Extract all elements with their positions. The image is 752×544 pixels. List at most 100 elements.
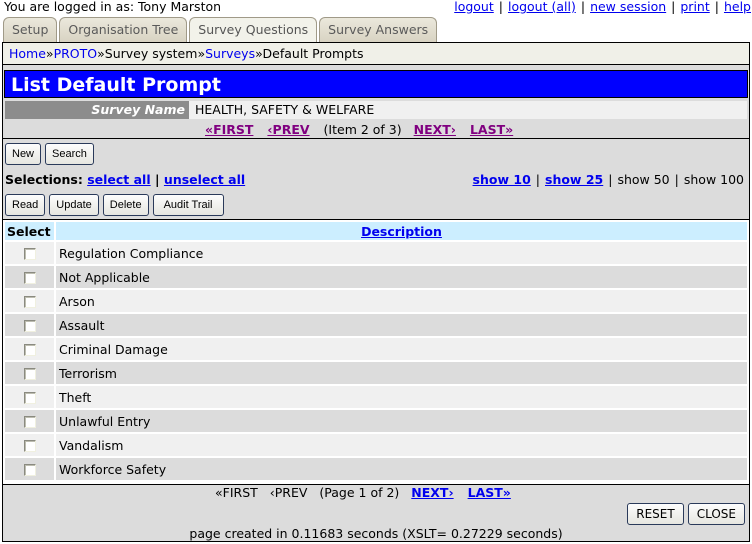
select-cell	[5, 410, 54, 432]
row-description: Criminal Damage	[56, 338, 747, 360]
delete-button[interactable]: Delete	[102, 194, 149, 216]
row-select-checkbox[interactable]	[23, 464, 36, 476]
breadcrumb: Home»PROTO»Survey system»Surveys»Default…	[3, 43, 749, 65]
tab-survey-questions[interactable]: Survey Questions	[189, 17, 318, 43]
new-session-link[interactable]: new session	[590, 0, 666, 14]
item-prev-link[interactable]: ‹PREV	[267, 122, 309, 137]
logout-all-link[interactable]: logout (all)	[508, 0, 576, 14]
read-button[interactable]: Read	[5, 194, 46, 216]
prompt-table: Select Description Regulation Compliance…	[3, 220, 749, 482]
row-select-checkbox[interactable]	[23, 296, 36, 308]
table-row: Workforce Safety	[5, 458, 747, 480]
select-cell	[5, 386, 54, 408]
separator: |	[671, 0, 676, 14]
form-actions: RESET CLOSE	[623, 503, 745, 525]
breadcrumb-separator: »	[255, 46, 263, 61]
breadcrumb-home[interactable]: Home	[9, 46, 46, 61]
tab-survey-answers[interactable]: Survey Answers	[319, 17, 438, 42]
page-title: List Default Prompt	[4, 70, 748, 98]
row-select-checkbox[interactable]	[23, 344, 36, 356]
select-cell	[5, 290, 54, 312]
update-button[interactable]: Update	[49, 194, 99, 216]
page-first-text: «FIRST	[215, 485, 258, 500]
row-description: Arson	[56, 290, 747, 312]
item-position: (Item 2 of 3)	[323, 122, 402, 137]
row-description: Regulation Compliance	[56, 242, 747, 264]
table-row: Terrorism	[5, 362, 747, 384]
audit-trail-button[interactable]: Audit Trail	[152, 194, 224, 216]
row-select-checkbox[interactable]	[23, 392, 36, 404]
item-last-link[interactable]: LAST»	[470, 122, 513, 137]
table-row: Arson	[5, 290, 747, 312]
page-next-link[interactable]: NEXT›	[411, 485, 453, 500]
separator: |	[674, 172, 679, 187]
row-description: Theft	[56, 386, 747, 408]
item-next-link[interactable]: NEXT›	[414, 122, 456, 137]
row-description: Unlawful Entry	[56, 410, 747, 432]
breadcrumb-surveys[interactable]: Surveys	[205, 46, 255, 61]
separator: |	[498, 0, 503, 14]
logged-in-text: You are logged in as: Tony Marston	[4, 0, 222, 14]
breadcrumb-survey-system: Survey system	[104, 46, 198, 61]
page-navigation: «FIRST ‹PREV (Page 1 of 2) NEXT› LAST»	[3, 484, 749, 502]
prompt-table-container: Select Description Regulation Compliance…	[3, 219, 749, 484]
separator: |	[714, 0, 719, 14]
survey-name-label: Survey Name	[5, 101, 189, 119]
row-select-checkbox[interactable]	[23, 248, 36, 260]
toolbar-actions: Read Update Delete Audit Trail	[5, 194, 228, 216]
unselect-all-link[interactable]: unselect all	[164, 172, 245, 187]
column-header-select: Select	[5, 222, 54, 240]
table-header-row: Select Description	[5, 222, 747, 240]
show-10-link[interactable]: show 10	[473, 172, 531, 187]
table-row: Unlawful Entry	[5, 410, 747, 432]
table-row: Theft	[5, 386, 747, 408]
reset-button[interactable]: RESET	[627, 503, 684, 525]
show-25-link[interactable]: show 25	[545, 172, 603, 187]
column-header-description: Description	[56, 222, 747, 240]
sort-description-link[interactable]: Description	[361, 224, 442, 239]
select-cell	[5, 314, 54, 336]
breadcrumb-proto[interactable]: PROTO	[54, 46, 98, 61]
select-cell	[5, 362, 54, 384]
select-cell	[5, 338, 54, 360]
row-select-checkbox[interactable]	[23, 440, 36, 452]
toolbar-top: New Search	[5, 143, 98, 165]
print-link[interactable]: print	[680, 0, 709, 14]
page-last-link[interactable]: LAST»	[468, 485, 511, 500]
select-cell	[5, 242, 54, 264]
session-links: logout | logout (all) | new session | print | he…	[454, 0, 751, 14]
show-50-text: show 50	[617, 172, 670, 187]
close-button[interactable]: CLOSE	[687, 503, 745, 525]
row-description: Workforce Safety	[56, 458, 747, 480]
item-first-link[interactable]: «FIRST	[205, 122, 253, 137]
breadcrumb-separator: »	[45, 46, 54, 61]
row-select-checkbox[interactable]	[23, 416, 36, 428]
survey-name-value: HEALTH, SAFETY & WELFARE	[195, 102, 375, 117]
selections-label: Selections:	[5, 172, 83, 187]
row-description: Assault	[56, 314, 747, 336]
new-button[interactable]: New	[5, 143, 42, 165]
search-button[interactable]: Search	[45, 143, 94, 165]
breadcrumb-current: Default Prompts	[262, 46, 364, 61]
tab-bar: Setup Organisation Tree Survey Questions…	[3, 17, 439, 43]
row-select-checkbox[interactable]	[23, 320, 36, 332]
row-description: Not Applicable	[56, 266, 747, 288]
table-row: Criminal Damage	[5, 338, 747, 360]
row-select-checkbox[interactable]	[23, 272, 36, 284]
separator: |	[535, 172, 540, 187]
select-all-link[interactable]: select all	[87, 172, 150, 187]
tab-organisation-tree[interactable]: Organisation Tree	[59, 17, 188, 42]
logout-link[interactable]: logout	[454, 0, 494, 14]
table-row: Vandalism	[5, 434, 747, 456]
tab-setup[interactable]: Setup	[3, 17, 58, 42]
separator: |	[608, 172, 613, 187]
breadcrumb-separator: »	[197, 46, 206, 61]
breadcrumb-separator: »	[97, 46, 105, 61]
row-select-checkbox[interactable]	[23, 368, 36, 380]
selections-bar: Selections: select all | unselect all	[5, 172, 245, 187]
page-prev-text: ‹PREV	[269, 485, 308, 500]
separator: |	[580, 0, 586, 14]
help-link[interactable]: help	[724, 0, 751, 14]
page-timing-footer: page created in 0.11683 seconds (XSLT= 0…	[189, 526, 563, 541]
item-navigation: «FIRST ‹PREV (Item 2 of 3) NEXT› LAST»	[3, 121, 749, 139]
